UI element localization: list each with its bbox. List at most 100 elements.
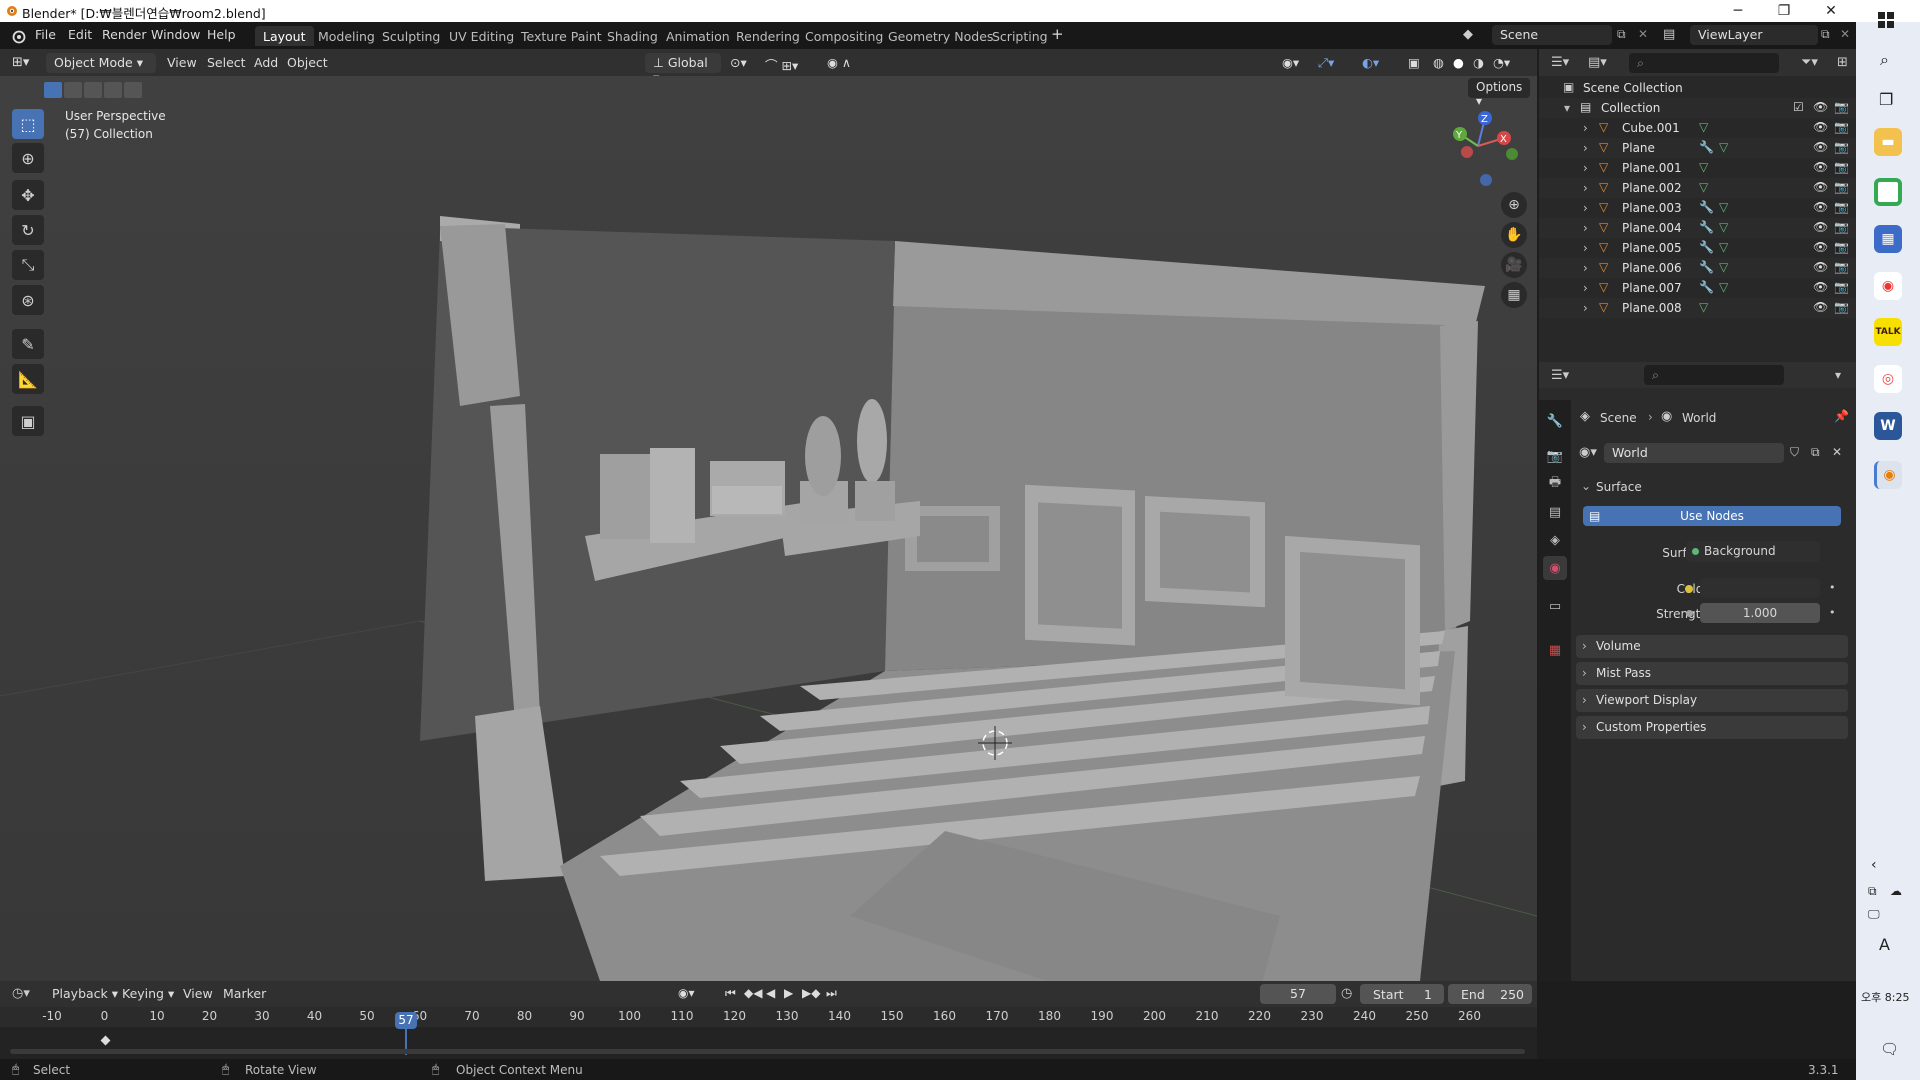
modifier-icon[interactable]: 🔧 [1699,280,1714,294]
timeline-scrollbar[interactable] [10,1049,1525,1054]
viewport-menu-add[interactable]: Add [254,55,278,75]
menu-render[interactable]: Render [102,27,147,42]
modifier-icon[interactable]: 🔧 [1699,220,1714,234]
cursor-tool-icon[interactable]: ⊕ [12,143,44,173]
hide-eye-icon[interactable]: 👁 [1813,180,1828,194]
play-reverse-icon[interactable]: ◀ [766,986,775,1000]
add-cube-tool-icon[interactable]: ▣ [12,406,44,436]
panel-viewport-display[interactable]: › Viewport Display [1576,689,1848,712]
tool-tab-icon[interactable]: 🔧 [1543,409,1567,433]
proportional-edit-icon[interactable]: ◉ ∧ [827,55,851,75]
transform-tool-icon[interactable]: ⊛ [12,285,44,315]
color-swatch[interactable] [1700,578,1820,598]
add-workspace-icon[interactable]: + [1051,25,1064,43]
outliner-editor-type-icon[interactable]: ☰▾ [1551,55,1569,70]
render-camera-icon[interactable]: 📷 [1834,140,1849,154]
render-camera-icon[interactable]: 📷 [1834,200,1849,214]
start-frame-field[interactable]: Start 1 [1360,984,1444,1004]
scene-selector-icon[interactable]: ◆ [1463,27,1473,42]
select-box-tool-icon[interactable]: ⬚ [12,109,44,139]
measure-tool-icon[interactable]: 📐 [12,364,44,394]
select-invert-icon[interactable] [104,82,122,98]
blender-taskbar-icon[interactable]: ◉ [1874,461,1902,489]
expand-arrow-icon[interactable]: › [1583,301,1588,315]
timeline-menu-view[interactable]: View [183,986,213,1006]
menu-file[interactable]: File [35,27,56,42]
mesh-data-icon[interactable]: ▽ [1699,300,1708,314]
3d-viewport[interactable]: User Perspective (57) Collection Options… [0,76,1537,981]
perspective-toggle-icon[interactable]: ▦ [1501,282,1527,308]
exclude-checkbox-icon[interactable]: ☑ [1793,100,1804,114]
new-scene-icon[interactable]: ⧉ [1617,27,1626,42]
outliner-row-object[interactable]: › ▽ Plane 🔧 ▽ 👁 📷 [1539,138,1856,158]
expand-arrow-icon[interactable]: › [1583,241,1588,255]
snap-icon[interactable]: ⌒ ⊞▾ [765,55,798,75]
properties-options-icon[interactable]: ▾ [1835,368,1841,382]
mesh-data-icon[interactable]: ▽ [1719,200,1728,214]
scale-tool-icon[interactable]: ⤡ [12,250,44,280]
properties-search-input[interactable]: ⌕ [1644,365,1784,385]
material-shading-icon[interactable]: ◑ [1473,55,1484,75]
expand-arrow-icon[interactable]: › [1583,221,1588,235]
viewport-menu-view[interactable]: View [167,55,197,75]
overlay-toggle-icon[interactable]: ◐▾ [1362,55,1379,75]
render-camera-icon[interactable]: 📷 [1834,280,1849,294]
world-tab-icon[interactable]: ◉ [1543,556,1567,580]
outliner-row-object[interactable]: › ▽ Plane.001 ▽ 👁 📷 [1539,158,1856,178]
solid-shading-icon[interactable]: ● [1453,55,1464,75]
windows-start-icon[interactable] [1878,12,1894,28]
rotate-tool-icon[interactable]: ↻ [12,215,44,245]
view-layer-field[interactable]: ViewLayer [1690,25,1818,45]
hide-eye-icon[interactable]: 👁 [1813,100,1828,114]
modifier-icon[interactable]: 🔧 [1699,240,1714,254]
display-mode-icon[interactable]: ▤▾ [1588,55,1607,70]
outliner-row-object[interactable]: › ▽ Plane.005 🔧 ▽ 👁 📷 [1539,238,1856,258]
play-icon[interactable]: ▶ [784,986,793,1000]
outliner-row-scene-collection[interactable]: ▣ Scene Collection [1539,78,1856,98]
mesh-data-icon[interactable]: ▽ [1719,240,1728,254]
navigation-gizmo[interactable]: Z X Y [1440,106,1520,186]
outliner-row-object[interactable]: › ▽ Plane.006 🔧 ▽ 👁 📷 [1539,258,1856,278]
tab-uv-editing[interactable]: UV Editing [441,26,522,46]
expand-arrow-icon[interactable]: › [1583,181,1588,195]
hide-eye-icon[interactable]: 👁 [1813,300,1828,314]
tab-rendering[interactable]: Rendering [728,26,808,46]
search-icon[interactable]: ⌕ [1880,50,1889,70]
outliner-row-object[interactable]: › ▽ Plane.008 ▽ 👁 📷 [1539,298,1856,318]
expand-arrow-icon[interactable]: › [1583,141,1588,155]
hide-eye-icon[interactable]: 👁 [1813,200,1828,214]
render-camera-icon[interactable]: 📷 [1834,300,1849,314]
color-keyframe-dot[interactable]: • [1829,581,1836,594]
mesh-data-icon[interactable]: ▽ [1699,160,1708,174]
output-tab-icon[interactable]: 🖶 [1543,472,1567,496]
tab-modeling[interactable]: Modeling [310,26,383,46]
minimize-button[interactable]: ─ [1715,0,1761,22]
timeline-menu-keying[interactable]: Keying ▾ [122,986,174,1006]
surface-shader-field[interactable]: Background [1686,541,1820,562]
unlink-world-icon[interactable]: ✕ [1832,445,1842,459]
world-name-field[interactable]: World [1604,443,1784,463]
restore-button[interactable]: ❐ [1761,0,1807,22]
panel-custom-properties[interactable]: › Custom Properties [1576,716,1848,739]
tab-layout[interactable]: Layout [255,26,314,46]
app-icon[interactable]: ◎ [1874,365,1902,393]
visibility-icon[interactable]: ◉▾ [1282,55,1299,75]
select-intersect-icon[interactable] [124,82,142,98]
select-subtract-icon[interactable] [84,82,102,98]
word-icon[interactable]: W [1874,412,1902,440]
ime-indicator[interactable]: A [1879,935,1890,954]
render-camera-icon[interactable]: 📷 [1834,260,1849,274]
expand-arrow-icon[interactable]: › [1583,261,1588,275]
calculator-icon[interactable]: ▦ [1874,225,1902,253]
render-camera-icon[interactable]: 📷 [1834,100,1849,114]
pan-hand-icon[interactable]: ✋ [1501,222,1527,248]
expand-arrow-icon[interactable]: ▾ [1564,101,1570,115]
jump-start-icon[interactable]: ⏮ [725,986,736,1001]
mesh-data-icon[interactable]: ▽ [1699,180,1708,194]
jump-end-icon[interactable]: ⏭ [826,986,837,1001]
texture-tab-icon[interactable]: ▦ [1543,638,1567,662]
transform-orientation-dropdown[interactable]: ⊥ Global ▾ [645,53,721,85]
tab-scripting[interactable]: Scripting [984,26,1056,46]
timeline-menu-marker[interactable]: Marker [223,986,266,1006]
clock[interactable]: 오후 8:25 [1861,989,1909,1005]
